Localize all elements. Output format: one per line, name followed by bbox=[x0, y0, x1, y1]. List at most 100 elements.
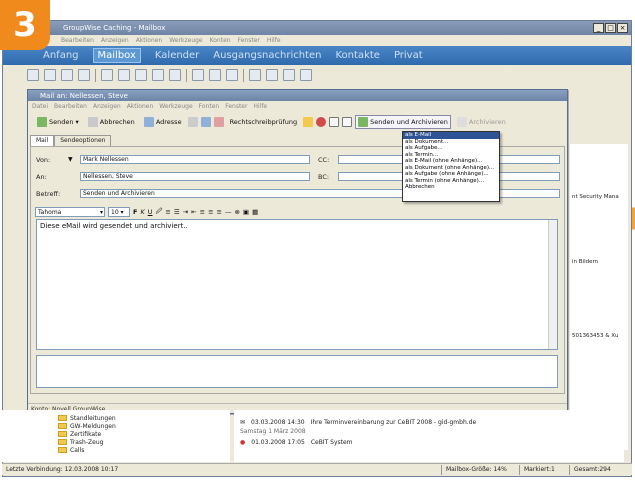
mail-icon: ● bbox=[240, 439, 246, 446]
maximize-button[interactable]: □ bbox=[605, 23, 616, 33]
table-row[interactable]: ● 01.03.2008 17:05 CeBIT System bbox=[234, 438, 614, 447]
compose-toolbar: Senden ▾ Abbrechen Adresse Rechtschreibp… bbox=[28, 113, 567, 131]
font-select[interactable]: Tahoma ▾ bbox=[35, 207, 105, 217]
list-icon[interactable]: ≡ bbox=[165, 208, 170, 216]
toolbar-icon[interactable] bbox=[266, 69, 278, 81]
toolbar-icon[interactable] bbox=[152, 69, 164, 81]
indent-icon[interactable]: ⇥ bbox=[183, 208, 188, 216]
toolbar-icon[interactable] bbox=[192, 69, 204, 81]
tree-item[interactable]: GW-Meldungen bbox=[58, 422, 116, 430]
image-icon[interactable]: ▣ bbox=[243, 208, 249, 216]
minimize-button[interactable]: _ bbox=[593, 23, 604, 33]
tree-item[interactable]: Zertifikate bbox=[58, 430, 116, 438]
menu-item[interactable]: Anzeigen bbox=[101, 37, 129, 46]
seal-icon[interactable] bbox=[316, 117, 327, 127]
toolbar-icon[interactable] bbox=[300, 69, 312, 81]
table-icon[interactable]: ▦ bbox=[252, 208, 258, 216]
menu-item[interactable]: Bearbeiten bbox=[61, 37, 94, 46]
menu-item[interactable]: Datei bbox=[32, 103, 48, 112]
view-icon[interactable] bbox=[329, 117, 340, 127]
status-last-connection: Letzte Verbindung: 12.03.2008 10:17 bbox=[2, 464, 442, 475]
spellcheck-button[interactable]: Rechtschreibprüfung bbox=[227, 116, 301, 128]
table-row[interactable]: ✉ 03.03.2008 14:30 Ihre Terminvereinbarung… bbox=[234, 418, 614, 427]
tree: Standleitungen GW-Meldungen Zertifikate … bbox=[58, 414, 116, 454]
lock-icon[interactable] bbox=[303, 117, 314, 127]
attach-icon[interactable] bbox=[187, 117, 198, 127]
menu-item[interactable]: Aktionen bbox=[127, 103, 154, 112]
tab-kontakte[interactable]: Kontakte bbox=[336, 50, 380, 61]
menu-item[interactable]: Konten bbox=[210, 37, 231, 46]
address-button[interactable]: Adresse bbox=[141, 115, 185, 129]
save-icon[interactable] bbox=[200, 117, 211, 127]
chevron-down-icon[interactable]: ▼ bbox=[68, 156, 73, 163]
size-select[interactable]: 10 ▾ bbox=[108, 207, 130, 217]
compose-title: Mail an: Nellessen, Steve bbox=[28, 90, 567, 101]
to-field[interactable]: Nellessen, Steve bbox=[80, 172, 310, 181]
send-button[interactable]: Senden ▾ bbox=[34, 115, 82, 129]
menu-item[interactable]: Fonten bbox=[199, 103, 220, 112]
from-field[interactable]: Mark Nellessen bbox=[80, 155, 310, 164]
close-button[interactable]: × bbox=[617, 23, 628, 33]
status-mailbox-size: Mailbox-Größe: 14% bbox=[442, 464, 520, 475]
send-archive-button[interactable]: Senden und Archivieren bbox=[355, 115, 451, 129]
body-scrollbar[interactable] bbox=[548, 220, 557, 349]
toolbar-icon[interactable] bbox=[27, 69, 39, 81]
align-right-icon[interactable]: ≡ bbox=[217, 208, 222, 216]
align-left-icon[interactable]: ≡ bbox=[200, 208, 205, 216]
menu-item[interactable]: Fenster bbox=[238, 37, 260, 46]
align-center-icon[interactable]: ≡ bbox=[208, 208, 213, 216]
main-tabs: Anfang Mailbox Kalender Ausgangsnachrich… bbox=[3, 46, 631, 65]
archive-icon bbox=[456, 117, 467, 127]
menu-item[interactable]: Fenster bbox=[225, 103, 247, 112]
italic-icon[interactable]: K bbox=[140, 208, 144, 216]
signature-area[interactable] bbox=[36, 355, 558, 388]
menu-item[interactable]: Werkzeuge bbox=[159, 103, 192, 112]
search-icon[interactable] bbox=[78, 69, 90, 81]
menu-item[interactable]: Aktionen bbox=[136, 37, 163, 46]
link-icon[interactable]: ⊗ bbox=[234, 208, 239, 216]
tab-ausgang[interactable]: Ausgangsnachrichten bbox=[213, 50, 321, 61]
toolbar-icon[interactable] bbox=[135, 69, 147, 81]
archive-button[interactable]: Archivieren bbox=[454, 115, 509, 129]
tab-kalender[interactable]: Kalender bbox=[155, 50, 199, 61]
to-label: An: bbox=[36, 173, 47, 181]
list-snippet: 501363453 & Xu bbox=[572, 333, 619, 339]
menu-item[interactable]: Anzeigen bbox=[93, 103, 121, 112]
toolbar-icon[interactable] bbox=[249, 69, 261, 81]
toolbar-icon[interactable] bbox=[283, 69, 295, 81]
toolbar-icon[interactable] bbox=[209, 69, 221, 81]
dropdown-trigger-icon[interactable] bbox=[342, 117, 353, 127]
toolbar-icon[interactable] bbox=[169, 69, 181, 81]
rule-icon[interactable]: — bbox=[225, 208, 232, 216]
message-list: ✉ 03.03.2008 14:30 Ihre Terminvereinbarung… bbox=[234, 410, 624, 462]
tree-item[interactable]: Standleitungen bbox=[58, 414, 116, 422]
bold-icon[interactable]: F bbox=[133, 208, 137, 216]
folder-icon bbox=[58, 439, 67, 445]
spell-icon[interactable] bbox=[213, 117, 224, 127]
tab-mail[interactable]: Mail bbox=[30, 135, 55, 146]
menu-item[interactable]: Hilfe bbox=[267, 37, 281, 46]
tree-item[interactable]: Trash-Zeug bbox=[58, 438, 116, 446]
menu-item[interactable]: Werkzeuge bbox=[169, 37, 202, 46]
menu-item[interactable]: Bearbeiten bbox=[54, 103, 87, 112]
cancel-button[interactable]: Abbrechen bbox=[85, 115, 138, 129]
dropdown-item[interactable]: als Aufgabe (ohne Anhänge)... bbox=[403, 171, 499, 178]
tab-privat[interactable]: Privat bbox=[394, 50, 423, 61]
tab-sendoptions[interactable]: Sendeoptionen bbox=[54, 135, 112, 146]
tree-item[interactable]: Calls bbox=[58, 446, 116, 454]
underline-icon[interactable]: U bbox=[148, 208, 153, 216]
message-body[interactable]: Diese eMail wird gesendet und archiviert… bbox=[36, 219, 558, 350]
toolbar-icon[interactable] bbox=[101, 69, 113, 81]
menu-item[interactable]: Hilfe bbox=[253, 103, 267, 112]
outdent-icon[interactable]: ⇤ bbox=[191, 208, 196, 216]
dropdown-item[interactable]: Abbrechen bbox=[403, 184, 499, 191]
status-total: Gesamt:294 bbox=[574, 465, 611, 473]
clock-icon[interactable] bbox=[118, 69, 130, 81]
toolbar-icon[interactable] bbox=[44, 69, 56, 81]
toolbar-icon[interactable] bbox=[226, 69, 238, 81]
tab-anfang[interactable]: Anfang bbox=[43, 50, 79, 61]
tab-mailbox[interactable]: Mailbox bbox=[92, 48, 141, 63]
toolbar-icon[interactable] bbox=[61, 69, 73, 81]
numbered-list-icon[interactable]: ☰ bbox=[174, 208, 180, 216]
highlight-icon[interactable]: 🖉 bbox=[155, 207, 162, 218]
